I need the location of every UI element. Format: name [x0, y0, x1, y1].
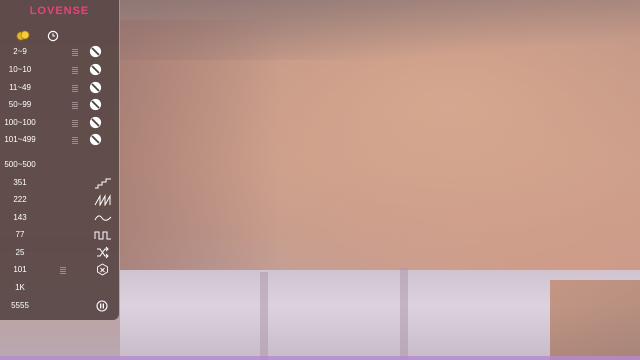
special-level: 500~500: [4, 160, 36, 169]
no-icon: [89, 133, 103, 147]
no-icon: [89, 81, 103, 95]
tip-row: 2~9: [0, 44, 119, 60]
special-level: 143: [13, 213, 27, 222]
special-level: 1K: [15, 283, 25, 292]
random-icon: [96, 263, 110, 277]
tip-level: 2~9: [13, 47, 27, 56]
pause-icon: [96, 300, 110, 314]
tip-menu-panel: LOVENSE 2~9 10~10 11~49 50~99 100~100 10…: [0, 0, 119, 320]
shuffle-icon: [96, 246, 110, 260]
tip-level: 100~100: [4, 118, 36, 127]
tip-row: 50~99: [0, 97, 119, 113]
bottom-border-glow: [0, 356, 640, 360]
special-row: 101: [0, 262, 119, 278]
lovense-logo: LOVENSE: [29, 5, 90, 17]
no-icon: [89, 98, 103, 112]
clock-icon: [47, 29, 61, 42]
strength-bars-icon: [72, 85, 78, 92]
special-level: 101: [13, 265, 27, 274]
strength-bars-icon: [72, 137, 78, 144]
wooden-furniture: [550, 280, 640, 360]
tip-row: 10~10: [0, 62, 119, 78]
square-wave-icon: [94, 228, 112, 242]
special-row: 143: [0, 210, 119, 226]
step-wave-icon: [94, 176, 112, 190]
tip-level: 101~499: [4, 135, 36, 144]
special-row: 25: [0, 245, 119, 261]
tip-level: 10~10: [8, 65, 32, 74]
special-row: 1K: [0, 280, 119, 296]
sheet-fold: [260, 272, 268, 360]
special-level: 25: [15, 248, 25, 257]
special-level: 351: [13, 178, 27, 187]
tip-row: 11~49: [0, 80, 119, 96]
no-icon: [89, 63, 103, 77]
tip-row: 100~100: [0, 115, 119, 131]
special-row: 222: [0, 192, 119, 208]
wall-shadow: [120, 20, 280, 280]
special-row: 500~500: [0, 157, 119, 173]
special-row: 351: [0, 175, 119, 191]
sheet-fold: [400, 268, 408, 360]
coins-icon: [16, 29, 30, 41]
strength-bars-icon: [72, 102, 78, 109]
sine-wave-icon: [94, 211, 112, 225]
strength-bars-icon: [72, 49, 78, 56]
no-icon: [89, 45, 103, 59]
special-level: 77: [15, 230, 25, 239]
special-row: 5555: [0, 298, 119, 314]
strength-bars-icon: [72, 67, 78, 74]
special-row: 77: [0, 227, 119, 243]
tip-level: 11~49: [9, 83, 31, 92]
sawtooth-wave-icon: [94, 193, 112, 207]
strength-bars-icon: [72, 120, 78, 127]
special-level: 5555: [11, 301, 29, 310]
strength-bars-icon: [60, 267, 66, 274]
tip-level: 50~99: [8, 100, 32, 109]
no-icon: [89, 116, 103, 130]
tip-row: 101~499: [0, 132, 119, 148]
special-level: 222: [13, 195, 27, 204]
